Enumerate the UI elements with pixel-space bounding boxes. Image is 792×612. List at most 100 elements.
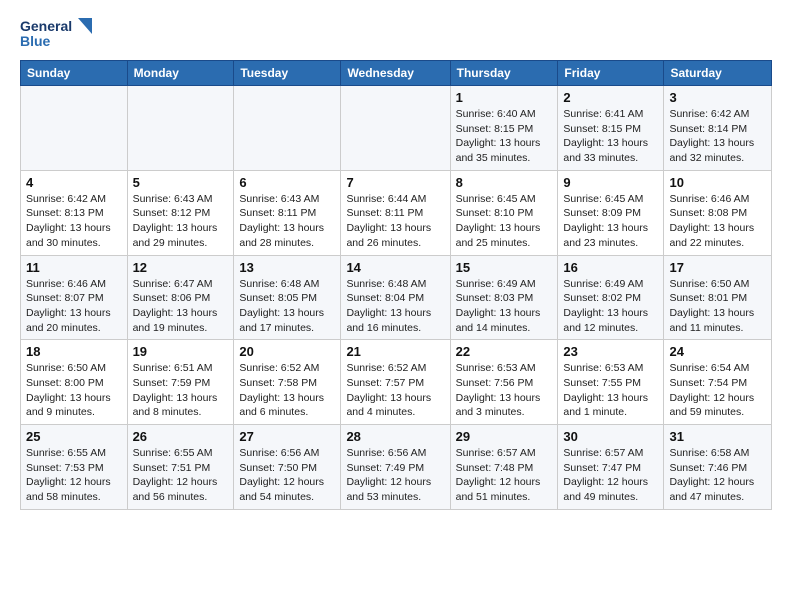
day-detail: Sunrise: 6:47 AM Sunset: 8:06 PM Dayligh… — [133, 277, 229, 336]
calendar-cell: 26 Sunrise: 6:55 AM Sunset: 7:51 PM Dayli… — [127, 425, 234, 510]
day-number: 14 — [346, 260, 444, 275]
day-detail: Sunrise: 6:43 AM Sunset: 8:12 PM Dayligh… — [133, 192, 229, 251]
calendar-cell — [234, 86, 341, 171]
day-detail: Sunrise: 6:50 AM Sunset: 8:00 PM Dayligh… — [26, 361, 122, 420]
day-number: 8 — [456, 175, 553, 190]
calendar-cell: 30Sunrise: 6:57 AM Sunset: 7:47 PM Dayli… — [558, 425, 664, 510]
logo-svg: GeneralBlue — [20, 16, 100, 52]
day-number: 29 — [456, 429, 553, 444]
day-detail: Sunrise: 6:42 AM Sunset: 8:14 PM Dayligh… — [669, 107, 766, 166]
calendar-cell: 7 Sunrise: 6:44 AM Sunset: 8:11 PM Daylig… — [341, 170, 450, 255]
calendar-cell: 18 Sunrise: 6:50 AM Sunset: 8:00 PM Dayli… — [21, 340, 128, 425]
calendar-cell — [341, 86, 450, 171]
page-header: GeneralBlue — [20, 16, 772, 52]
calendar-cell: 6 Sunrise: 6:43 AM Sunset: 8:11 PM Daylig… — [234, 170, 341, 255]
calendar-week-row: 4 Sunrise: 6:42 AM Sunset: 8:13 PM Daylig… — [21, 170, 772, 255]
day-detail: Sunrise: 6:49 AM Sunset: 8:02 PM Dayligh… — [563, 277, 658, 336]
day-detail: Sunrise: 6:49 AM Sunset: 8:03 PM Dayligh… — [456, 277, 553, 336]
calendar-cell: 14 Sunrise: 6:48 AM Sunset: 8:04 PM Dayli… — [341, 255, 450, 340]
weekday-header: Tuesday — [234, 61, 341, 86]
calendar-cell: 4 Sunrise: 6:42 AM Sunset: 8:13 PM Daylig… — [21, 170, 128, 255]
day-detail: Sunrise: 6:43 AM Sunset: 8:11 PM Dayligh… — [239, 192, 335, 251]
calendar-cell — [127, 86, 234, 171]
day-detail: Sunrise: 6:57 AM Sunset: 7:47 PM Dayligh… — [563, 446, 658, 505]
calendar-cell: 27Sunrise: 6:56 AM Sunset: 7:50 PM Dayli… — [234, 425, 341, 510]
day-detail: Sunrise: 6:55 AM Sunset: 7:53 PM Dayligh… — [26, 446, 122, 505]
day-number: 21 — [346, 344, 444, 359]
day-number: 2 — [563, 90, 658, 105]
day-number: 28 — [346, 429, 444, 444]
day-number: 27 — [239, 429, 335, 444]
day-detail: Sunrise: 6:46 AM Sunset: 8:07 PM Dayligh… — [26, 277, 122, 336]
day-number: 26 — [133, 429, 229, 444]
day-detail: Sunrise: 6:40 AM Sunset: 8:15 PM Dayligh… — [456, 107, 553, 166]
day-detail: Sunrise: 6:52 AM Sunset: 7:57 PM Dayligh… — [346, 361, 444, 420]
logo: GeneralBlue — [20, 16, 100, 52]
day-detail: Sunrise: 6:53 AM Sunset: 7:55 PM Dayligh… — [563, 361, 658, 420]
calendar-cell: 16 Sunrise: 6:49 AM Sunset: 8:02 PM Dayli… — [558, 255, 664, 340]
calendar-cell: 10Sunrise: 6:46 AM Sunset: 8:08 PM Dayli… — [664, 170, 772, 255]
day-detail: Sunrise: 6:55 AM Sunset: 7:51 PM Dayligh… — [133, 446, 229, 505]
weekday-header-row: SundayMondayTuesdayWednesdayThursdayFrid… — [21, 61, 772, 86]
day-number: 1 — [456, 90, 553, 105]
calendar-table: SundayMondayTuesdayWednesdayThursdayFrid… — [20, 60, 772, 510]
day-number: 7 — [346, 175, 444, 190]
calendar-week-row: 25 Sunrise: 6:55 AM Sunset: 7:53 PM Dayli… — [21, 425, 772, 510]
day-number: 24 — [669, 344, 766, 359]
calendar-cell: 5 Sunrise: 6:43 AM Sunset: 8:12 PM Daylig… — [127, 170, 234, 255]
calendar-cell: 15 Sunrise: 6:49 AM Sunset: 8:03 PM Dayli… — [450, 255, 558, 340]
calendar-week-row: 1 Sunrise: 6:40 AM Sunset: 8:15 PM Daylig… — [21, 86, 772, 171]
calendar-cell: 13 Sunrise: 6:48 AM Sunset: 8:05 PM Dayli… — [234, 255, 341, 340]
calendar-cell: 12 Sunrise: 6:47 AM Sunset: 8:06 PM Dayli… — [127, 255, 234, 340]
day-number: 16 — [563, 260, 658, 275]
day-number: 18 — [26, 344, 122, 359]
day-detail: Sunrise: 6:53 AM Sunset: 7:56 PM Dayligh… — [456, 361, 553, 420]
day-detail: Sunrise: 6:52 AM Sunset: 7:58 PM Dayligh… — [239, 361, 335, 420]
day-number: 25 — [26, 429, 122, 444]
day-number: 4 — [26, 175, 122, 190]
calendar-week-row: 18 Sunrise: 6:50 AM Sunset: 8:00 PM Dayli… — [21, 340, 772, 425]
calendar-cell: 19 Sunrise: 6:51 AM Sunset: 7:59 PM Dayli… — [127, 340, 234, 425]
day-number: 11 — [26, 260, 122, 275]
day-number: 20 — [239, 344, 335, 359]
day-number: 6 — [239, 175, 335, 190]
calendar-cell: 11 Sunrise: 6:46 AM Sunset: 8:07 PM Dayli… — [21, 255, 128, 340]
svg-text:General: General — [20, 18, 72, 34]
day-number: 31 — [669, 429, 766, 444]
calendar-cell: 29 Sunrise: 6:57 AM Sunset: 7:48 PM Dayli… — [450, 425, 558, 510]
day-number: 23 — [563, 344, 658, 359]
day-detail: Sunrise: 6:54 AM Sunset: 7:54 PM Dayligh… — [669, 361, 766, 420]
day-number: 5 — [133, 175, 229, 190]
day-number: 13 — [239, 260, 335, 275]
weekday-header: Wednesday — [341, 61, 450, 86]
weekday-header: Saturday — [664, 61, 772, 86]
day-detail: Sunrise: 6:45 AM Sunset: 8:09 PM Dayligh… — [563, 192, 658, 251]
calendar-cell: 2 Sunrise: 6:41 AM Sunset: 8:15 PM Daylig… — [558, 86, 664, 171]
day-detail: Sunrise: 6:44 AM Sunset: 8:11 PM Dayligh… — [346, 192, 444, 251]
weekday-header: Monday — [127, 61, 234, 86]
day-detail: Sunrise: 6:48 AM Sunset: 8:05 PM Dayligh… — [239, 277, 335, 336]
calendar-cell: 21 Sunrise: 6:52 AM Sunset: 7:57 PM Dayli… — [341, 340, 450, 425]
calendar-cell: 23 Sunrise: 6:53 AM Sunset: 7:55 PM Dayli… — [558, 340, 664, 425]
day-detail: Sunrise: 6:48 AM Sunset: 8:04 PM Dayligh… — [346, 277, 444, 336]
day-number: 19 — [133, 344, 229, 359]
calendar-cell: 1 Sunrise: 6:40 AM Sunset: 8:15 PM Daylig… — [450, 86, 558, 171]
calendar-week-row: 11 Sunrise: 6:46 AM Sunset: 8:07 PM Dayli… — [21, 255, 772, 340]
day-number: 22 — [456, 344, 553, 359]
calendar-cell: 9 Sunrise: 6:45 AM Sunset: 8:09 PM Daylig… — [558, 170, 664, 255]
day-number: 12 — [133, 260, 229, 275]
day-detail: Sunrise: 6:58 AM Sunset: 7:46 PM Dayligh… — [669, 446, 766, 505]
day-detail: Sunrise: 6:41 AM Sunset: 8:15 PM Dayligh… — [563, 107, 658, 166]
day-detail: Sunrise: 6:51 AM Sunset: 7:59 PM Dayligh… — [133, 361, 229, 420]
day-detail: Sunrise: 6:45 AM Sunset: 8:10 PM Dayligh… — [456, 192, 553, 251]
calendar-cell — [21, 86, 128, 171]
day-detail: Sunrise: 6:46 AM Sunset: 8:08 PM Dayligh… — [669, 192, 766, 251]
day-number: 9 — [563, 175, 658, 190]
calendar-cell: 3Sunrise: 6:42 AM Sunset: 8:14 PM Daylig… — [664, 86, 772, 171]
calendar-cell: 28Sunrise: 6:56 AM Sunset: 7:49 PM Dayli… — [341, 425, 450, 510]
calendar-cell: 22 Sunrise: 6:53 AM Sunset: 7:56 PM Dayli… — [450, 340, 558, 425]
day-number: 15 — [456, 260, 553, 275]
day-detail: Sunrise: 6:57 AM Sunset: 7:48 PM Dayligh… — [456, 446, 553, 505]
calendar-cell: 17Sunrise: 6:50 AM Sunset: 8:01 PM Dayli… — [664, 255, 772, 340]
day-detail: Sunrise: 6:42 AM Sunset: 8:13 PM Dayligh… — [26, 192, 122, 251]
